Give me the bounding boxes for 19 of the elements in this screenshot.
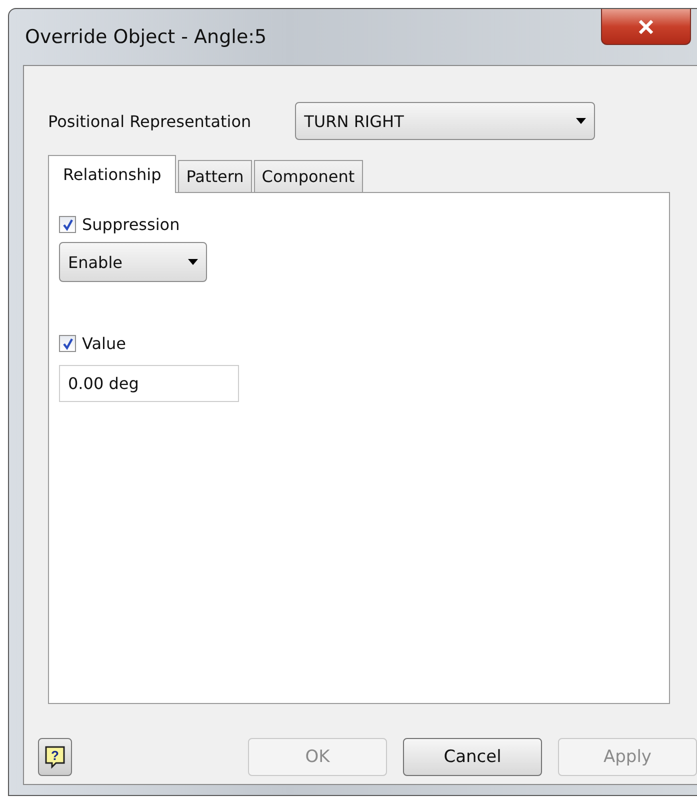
close-icon: [638, 20, 654, 34]
window-title: Override Object - Angle:5: [24, 26, 267, 48]
checkbox[interactable]: [59, 335, 76, 352]
value-input[interactable]: 0.00 deg: [59, 365, 239, 402]
caret-icon: [188, 259, 198, 265]
tab[interactable]: Relationship: [48, 155, 176, 193]
tab[interactable]: Pattern: [178, 160, 252, 192]
help-button[interactable]: ?: [38, 738, 72, 776]
dialog-button[interactable]: Cancel: [403, 738, 542, 776]
field-label: Positional Representation: [48, 112, 252, 130]
representation-dropdown[interactable]: TURN RIGHT: [295, 102, 596, 140]
checkbox-label: Suppression: [82, 215, 180, 234]
close-button[interactable]: [601, 9, 691, 45]
suppression-dropdown[interactable]: Enable: [59, 242, 207, 282]
tab[interactable]: Component: [254, 160, 363, 192]
caret-icon: [576, 118, 586, 124]
checkbox-label: Value: [82, 334, 126, 353]
checkbox[interactable]: [59, 216, 76, 233]
help-icon: ?: [44, 745, 66, 769]
